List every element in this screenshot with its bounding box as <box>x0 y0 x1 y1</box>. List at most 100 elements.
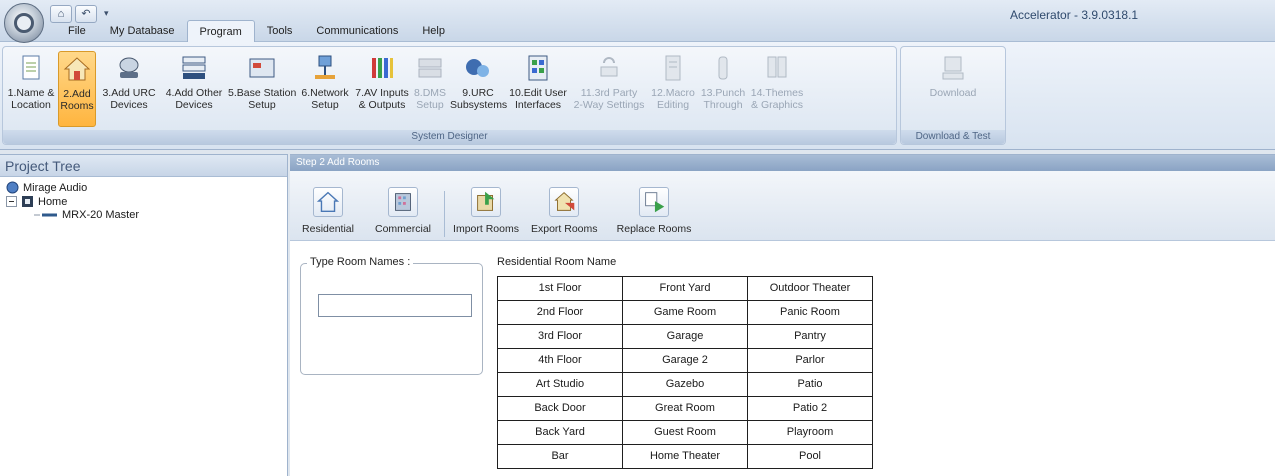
themes-graphics-button[interactable]: 14.Themes & Graphics <box>749 51 805 127</box>
commercial-button[interactable]: Commercial <box>368 187 438 235</box>
tree-node-device[interactable]: MRX-20 Master <box>34 209 139 221</box>
ribbon-button-label: Download <box>929 87 977 99</box>
room-cell[interactable]: Patio 2 <box>747 396 873 421</box>
ribbon-button-label: 7.AV Inputs & Outputs <box>355 87 409 111</box>
third-party-icon <box>600 57 618 77</box>
menu-communications[interactable]: Communications <box>304 20 410 42</box>
network-setup-button[interactable]: 6.Network Setup <box>297 51 353 127</box>
room-cell[interactable]: Home Theater <box>622 444 748 469</box>
tree-node-label: Home <box>38 195 68 208</box>
ribbon-button-label: 13.Punch Through <box>700 87 746 111</box>
ribbon-button-label: 3.Add URC Devices <box>102 87 156 111</box>
ribbon-button-label: 2.Add Rooms <box>60 88 94 112</box>
replace-rooms-icon <box>639 187 669 217</box>
toolbar-label: Import Rooms <box>453 223 519 235</box>
commercial-building-icon <box>388 187 418 217</box>
room-cell[interactable]: Front Yard <box>622 276 748 301</box>
tree-node-root[interactable]: Mirage Audio <box>6 181 87 194</box>
room-cell[interactable]: Panic Room <box>747 300 873 325</box>
room-cell[interactable]: 1st Floor <box>497 276 623 301</box>
device-line-icon <box>34 213 57 217</box>
room-cell[interactable]: Back Door <box>497 396 623 421</box>
rack-icon <box>182 56 206 79</box>
room-cell[interactable]: Back Yard <box>497 420 623 445</box>
macro-icon <box>665 55 681 81</box>
application-orb-button[interactable] <box>4 3 44 43</box>
system-designer-label: System Designer <box>3 130 896 144</box>
type-room-names-label: Type Room Names : <box>307 256 414 268</box>
room-cell[interactable]: Pool <box>747 444 873 469</box>
add-rooms-button[interactable]: 2.Add Rooms <box>58 51 96 127</box>
dms-setup-button[interactable]: 8.DMS Setup <box>411 51 449 127</box>
add-urc-devices-button[interactable]: 3.Add URC Devices <box>98 51 160 127</box>
subsystems-icon <box>466 59 489 77</box>
macro-editing-button[interactable]: 12.Macro Editing <box>649 51 697 127</box>
main-panel: Step 2 Add Rooms Residential Commercial … <box>290 154 1275 476</box>
download-button[interactable]: Download <box>909 51 997 127</box>
menu-tools[interactable]: Tools <box>255 20 305 42</box>
third-party-settings-button[interactable]: 11.3rd Party 2-Way Settings <box>570 51 648 127</box>
room-cell[interactable]: Garage 2 <box>622 348 748 373</box>
toolbar-label: Export Rooms <box>531 223 598 235</box>
room-cell[interactable]: Patio <box>747 372 873 397</box>
room-cell[interactable]: 2nd Floor <box>497 300 623 325</box>
import-rooms-button[interactable]: Import Rooms <box>453 187 519 235</box>
export-rooms-button[interactable]: Export Rooms <box>531 187 598 235</box>
room-cell[interactable]: Garage <box>622 324 748 349</box>
room-cell[interactable]: 3rd Floor <box>497 324 623 349</box>
urc-subsystems-button[interactable]: 9.URC Subsystems <box>450 51 508 127</box>
home-icon <box>22 196 33 207</box>
av-inputs-outputs-button[interactable]: 7.AV Inputs & Outputs <box>354 51 410 127</box>
punch-through-button[interactable]: 13.Punch Through <box>698 51 748 127</box>
ribbon-button-label: 4.Add Other Devices <box>165 87 223 111</box>
tree-node-home[interactable]: Home <box>6 195 67 208</box>
tree-node-label: MRX-20 Master <box>62 209 140 221</box>
orb-logo-icon <box>14 13 34 33</box>
tree-node-label: Mirage Audio <box>23 181 88 194</box>
ribbon-button-label: 1.Name & Location <box>7 87 55 111</box>
menu-file[interactable]: File <box>56 20 98 42</box>
network-icon <box>315 55 335 79</box>
menu-program[interactable]: Program <box>186 20 255 42</box>
ribbon-button-label: 8.DMS Setup <box>413 87 447 111</box>
collapse-minus-icon[interactable] <box>6 196 17 207</box>
toolbar-label: Replace Rooms <box>616 223 692 235</box>
room-cell[interactable]: Guest Room <box>622 420 748 445</box>
room-cell[interactable]: Outdoor Theater <box>747 276 873 301</box>
dms-icon <box>418 58 442 78</box>
rooms-toolbar: Residential Commercial Import Rooms Expo… <box>290 171 1275 241</box>
av-cables-icon <box>372 58 393 78</box>
room-cell[interactable]: Gazebo <box>622 372 748 397</box>
ribbon-button-label: 9.URC Subsystems <box>450 87 508 111</box>
residential-button[interactable]: Residential <box>298 187 358 235</box>
document-icon <box>22 55 40 80</box>
menu-help[interactable]: Help <box>410 20 457 42</box>
title-bar: ⌂ ↶ ▾ Accelerator - 3.9.0318.1 File My D… <box>0 0 1275 42</box>
import-rooms-icon <box>471 187 501 217</box>
room-name-input[interactable] <box>318 294 472 317</box>
replace-rooms-button[interactable]: Replace Rooms <box>613 187 695 235</box>
room-cell[interactable]: Great Room <box>622 396 748 421</box>
ribbon: 1.Name & Location 2.Add Rooms 3.Add URC … <box>0 42 1275 150</box>
menu-my-database[interactable]: My Database <box>98 20 187 42</box>
add-other-devices-button[interactable]: 4.Add Other Devices <box>161 51 227 127</box>
download-test-group: Download Download & Test <box>900 46 1006 145</box>
room-cell[interactable]: Parlor <box>747 348 873 373</box>
ribbon-button-label: 10.Edit User Interfaces <box>509 87 567 111</box>
room-cell[interactable]: Pantry <box>747 324 873 349</box>
edit-user-interfaces-button[interactable]: 10.Edit User Interfaces <box>507 51 569 127</box>
ribbon-button-label: 12.Macro Editing <box>651 87 695 111</box>
house-icon <box>63 57 91 81</box>
name-location-button[interactable]: 1.Name & Location <box>5 51 57 127</box>
ribbon-button-label: 5.Base Station Setup <box>228 87 297 111</box>
base-station-setup-button[interactable]: 5.Base Station Setup <box>228 51 296 127</box>
step-title: Step 2 Add Rooms <box>290 155 1275 171</box>
room-cell[interactable]: Bar <box>497 444 623 469</box>
type-room-names-group: Type Room Names : <box>300 256 483 375</box>
room-cell[interactable]: Art Studio <box>497 372 623 397</box>
globe-icon <box>6 181 19 194</box>
room-cell[interactable]: 4th Floor <box>497 348 623 373</box>
room-cell[interactable]: Playroom <box>747 420 873 445</box>
project-tree-panel: Project Tree Mirage Audio Home MRX-20 Ma… <box>0 154 288 476</box>
room-cell[interactable]: Game Room <box>622 300 748 325</box>
